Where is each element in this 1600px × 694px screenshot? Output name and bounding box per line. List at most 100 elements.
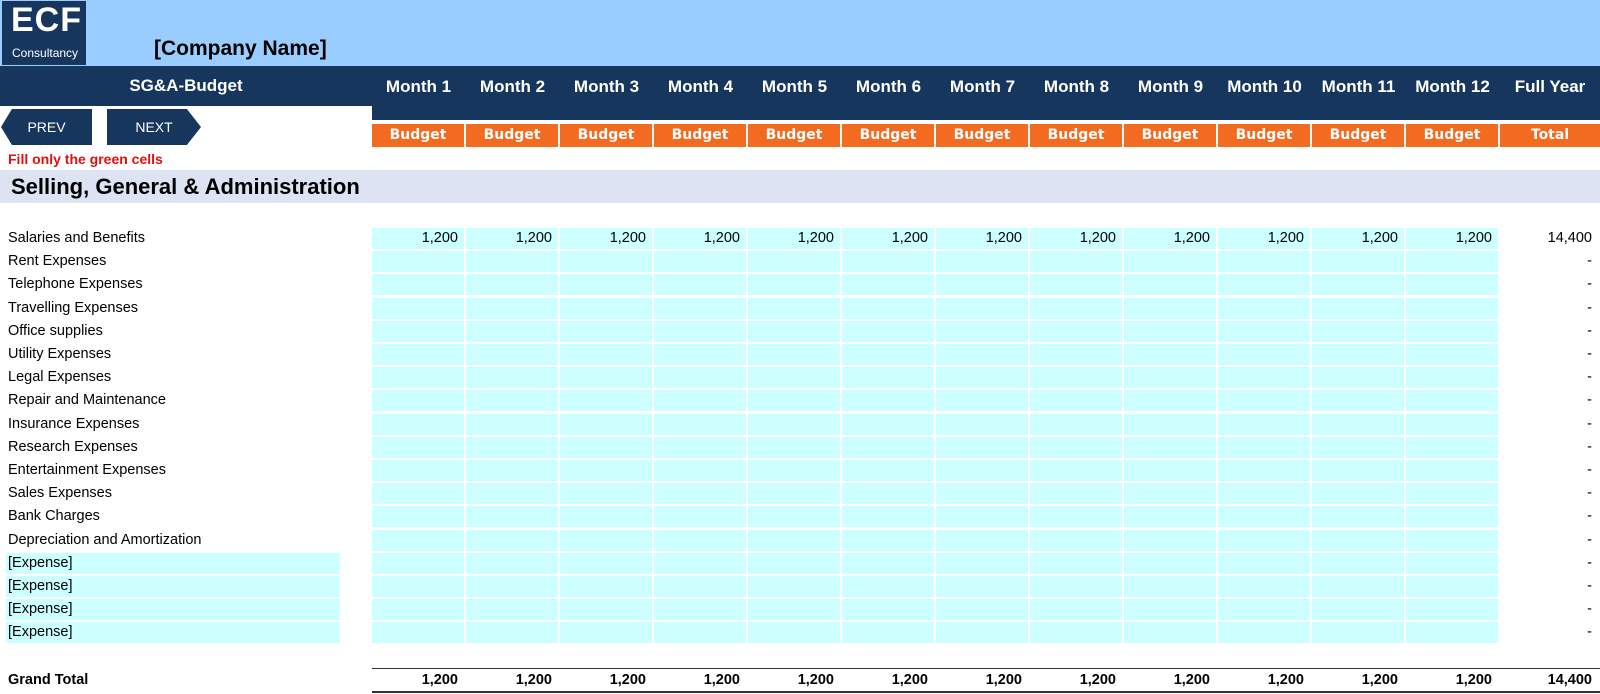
budget-input-cell[interactable] (372, 576, 464, 597)
budget-input-cell[interactable] (560, 320, 652, 342)
budget-input-cell[interactable] (1124, 320, 1216, 342)
budget-input-cell[interactable] (842, 436, 934, 458)
budget-input-cell[interactable] (1030, 251, 1122, 273)
budget-input-cell[interactable] (1312, 320, 1404, 342)
budget-input-cell[interactable] (842, 599, 934, 621)
budget-input-cell[interactable] (1312, 552, 1404, 574)
budget-input-cell[interactable] (842, 576, 934, 597)
budget-input-cell[interactable] (372, 320, 464, 342)
budget-input-cell[interactable] (1312, 367, 1404, 389)
budget-input-cell[interactable] (1030, 320, 1122, 342)
budget-input-cell[interactable] (1218, 436, 1310, 458)
budget-input-cell[interactable] (560, 436, 652, 458)
budget-input-cell[interactable] (936, 576, 1028, 597)
budget-input-cell[interactable] (466, 576, 558, 597)
budget-input-cell[interactable] (560, 460, 652, 481)
budget-input-cell[interactable]: 1,200 (1218, 228, 1310, 249)
budget-input-cell[interactable] (466, 390, 558, 412)
budget-input-cell[interactable] (466, 320, 558, 342)
budget-input-cell[interactable]: 1,200 (936, 228, 1028, 249)
budget-input-cell[interactable] (372, 413, 464, 435)
budget-input-cell[interactable] (1124, 552, 1216, 574)
budget-input-cell[interactable] (936, 483, 1028, 505)
budget-input-cell[interactable] (1406, 622, 1498, 644)
budget-input-cell[interactable] (1030, 297, 1122, 319)
budget-input-cell[interactable] (748, 274, 840, 296)
budget-input-cell[interactable] (654, 599, 746, 621)
budget-input-cell[interactable] (1406, 460, 1498, 481)
budget-input-cell[interactable] (1406, 483, 1498, 505)
budget-input-cell[interactable] (372, 552, 464, 574)
budget-input-cell[interactable] (748, 320, 840, 342)
budget-input-cell[interactable] (1030, 460, 1122, 481)
budget-input-cell[interactable] (560, 599, 652, 621)
budget-input-cell[interactable] (1312, 483, 1404, 505)
budget-input-cell[interactable] (1030, 622, 1122, 644)
budget-input-cell[interactable] (1312, 622, 1404, 644)
budget-input-cell[interactable] (936, 599, 1028, 621)
budget-input-cell[interactable] (654, 576, 746, 597)
budget-input-cell[interactable] (466, 552, 558, 574)
budget-input-cell[interactable] (1218, 599, 1310, 621)
budget-input-cell[interactable] (1124, 344, 1216, 365)
budget-input-cell[interactable] (372, 390, 464, 412)
budget-input-cell[interactable] (842, 390, 934, 412)
budget-input-cell[interactable] (372, 297, 464, 319)
budget-input-cell[interactable] (1406, 320, 1498, 342)
budget-input-cell[interactable] (372, 344, 464, 365)
budget-input-cell[interactable] (372, 460, 464, 481)
budget-input-cell[interactable] (1124, 251, 1216, 273)
budget-input-cell[interactable] (560, 297, 652, 319)
budget-input-cell[interactable] (748, 460, 840, 481)
budget-input-cell[interactable] (1124, 483, 1216, 505)
budget-input-cell[interactable] (1030, 436, 1122, 458)
expense-name-input[interactable]: [Expense] (6, 552, 340, 574)
budget-input-cell[interactable] (842, 529, 934, 551)
budget-input-cell[interactable] (1406, 344, 1498, 365)
budget-input-cell[interactable] (936, 529, 1028, 551)
budget-input-cell[interactable] (1218, 529, 1310, 551)
budget-input-cell[interactable] (1218, 367, 1310, 389)
budget-input-cell[interactable] (654, 529, 746, 551)
budget-input-cell[interactable] (466, 344, 558, 365)
budget-input-cell[interactable] (560, 622, 652, 644)
budget-input-cell[interactable] (1218, 344, 1310, 365)
budget-input-cell[interactable] (1030, 599, 1122, 621)
budget-input-cell[interactable] (1312, 576, 1404, 597)
budget-input-cell[interactable] (1030, 274, 1122, 296)
budget-input-cell[interactable] (560, 344, 652, 365)
budget-input-cell[interactable] (560, 251, 652, 273)
budget-input-cell[interactable] (748, 552, 840, 574)
budget-input-cell[interactable] (466, 436, 558, 458)
budget-input-cell[interactable] (466, 622, 558, 644)
budget-input-cell[interactable] (654, 251, 746, 273)
budget-input-cell[interactable] (1218, 251, 1310, 273)
budget-input-cell[interactable] (560, 576, 652, 597)
budget-input-cell[interactable] (748, 622, 840, 644)
budget-input-cell[interactable] (1218, 576, 1310, 597)
budget-input-cell[interactable] (936, 297, 1028, 319)
budget-input-cell[interactable]: 1,200 (560, 228, 652, 249)
budget-input-cell[interactable] (1312, 390, 1404, 412)
budget-input-cell[interactable] (936, 622, 1028, 644)
budget-input-cell[interactable] (1124, 460, 1216, 481)
budget-input-cell[interactable] (372, 622, 464, 644)
budget-input-cell[interactable] (654, 436, 746, 458)
budget-input-cell[interactable] (1124, 367, 1216, 389)
budget-input-cell[interactable] (1030, 367, 1122, 389)
budget-input-cell[interactable] (560, 413, 652, 435)
budget-input-cell[interactable] (1030, 529, 1122, 551)
budget-input-cell[interactable] (1406, 506, 1498, 528)
budget-input-cell[interactable] (842, 622, 934, 644)
budget-input-cell[interactable] (1406, 390, 1498, 412)
budget-input-cell[interactable] (1218, 483, 1310, 505)
budget-input-cell[interactable] (466, 483, 558, 505)
budget-input-cell[interactable] (560, 274, 652, 296)
prev-button[interactable]: PREV (1, 109, 92, 145)
budget-input-cell[interactable] (654, 367, 746, 389)
budget-input-cell[interactable] (466, 460, 558, 481)
budget-input-cell[interactable] (1124, 390, 1216, 412)
budget-input-cell[interactable] (372, 506, 464, 528)
budget-input-cell[interactable] (654, 344, 746, 365)
budget-input-cell[interactable] (372, 367, 464, 389)
